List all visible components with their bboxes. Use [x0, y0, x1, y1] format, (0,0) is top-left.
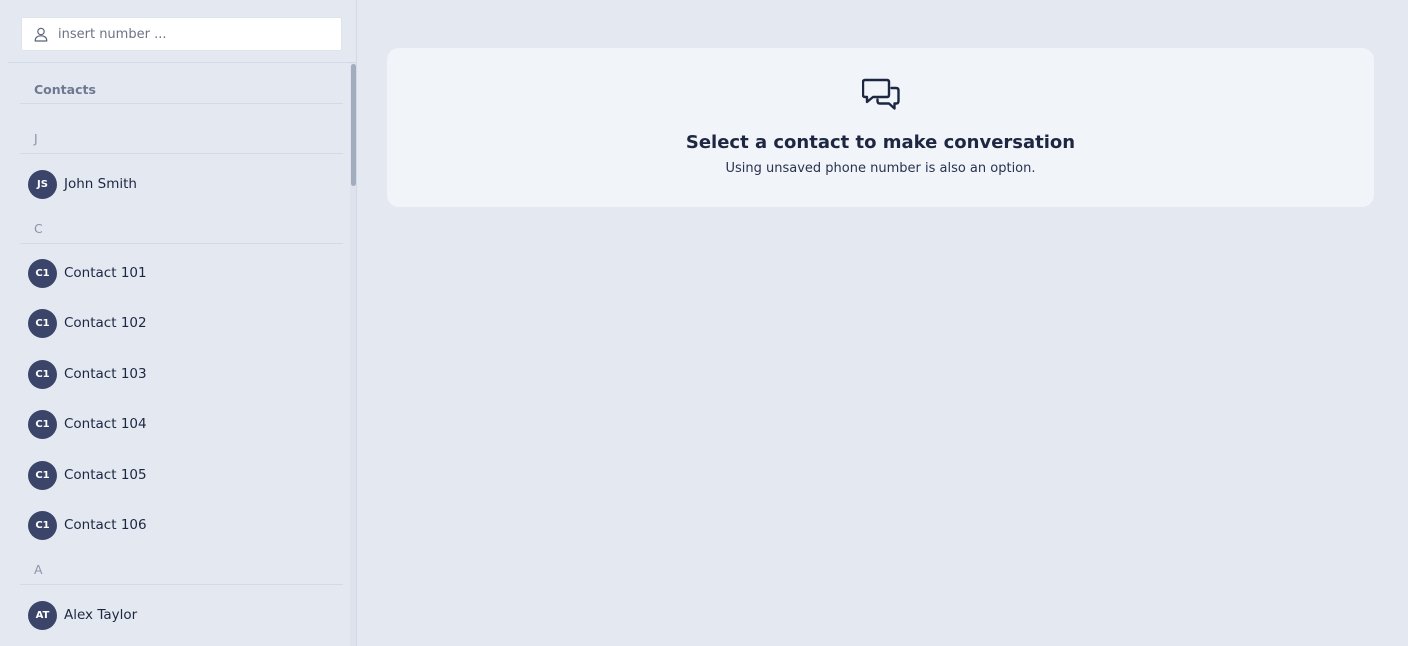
empty-state-card: Select a contact to make conversation Us…	[387, 48, 1374, 207]
group-letter-label: A	[34, 562, 43, 577]
group-letter-label: C	[34, 221, 43, 236]
group-letter-a: A	[20, 555, 343, 585]
contacts-heading-label: Contacts	[34, 82, 96, 97]
avatar: C1	[28, 410, 57, 439]
contact-item[interactable]: C1 Contact 104	[20, 405, 343, 445]
contact-item[interactable]: JS John Smith	[20, 165, 343, 205]
group-letter-label: J	[34, 131, 38, 146]
scrollbar-thumb[interactable]	[351, 64, 356, 186]
user-icon	[34, 27, 48, 42]
contact-name: Contact 101	[64, 265, 147, 281]
avatar: JS	[28, 170, 57, 199]
sidebar: Contacts J JS John Smith C C1 Contact 10…	[0, 0, 357, 646]
avatar: C1	[28, 360, 57, 389]
search-input[interactable]	[58, 26, 308, 42]
contact-item[interactable]: C1 Contact 102	[20, 304, 343, 344]
contact-name: Alex Taylor	[64, 607, 138, 623]
avatar: AT	[28, 601, 57, 630]
avatar: C1	[28, 511, 57, 540]
contact-name: Contact 104	[64, 416, 147, 432]
avatar: C1	[28, 259, 57, 288]
chat-bubbles-icon	[862, 78, 900, 110]
empty-state-subtitle: Using unsaved phone number is also an op…	[725, 161, 1036, 176]
contact-name: John Smith	[64, 176, 137, 192]
contact-name: Contact 102	[64, 315, 147, 331]
contact-item[interactable]: C1 Contact 105	[20, 456, 343, 496]
empty-state-title: Select a contact to make conversation	[685, 132, 1076, 153]
contact-list[interactable]: Contacts J JS John Smith C C1 Contact 10…	[0, 63, 349, 646]
contacts-heading: Contacts	[20, 63, 343, 104]
search-box[interactable]	[21, 17, 342, 51]
avatar: C1	[28, 309, 57, 338]
contact-name: Contact 106	[64, 517, 147, 533]
contact-name: Contact 105	[64, 467, 147, 483]
group-letter-c: C	[20, 214, 343, 244]
avatar: C1	[28, 461, 57, 490]
contact-item[interactable]: AT Alex Taylor	[20, 596, 343, 636]
contact-name: Contact 103	[64, 366, 147, 382]
contact-item[interactable]: C1 Contact 101	[20, 254, 343, 294]
group-letter-j: J	[20, 124, 343, 154]
contact-item[interactable]: C1 Contact 106	[20, 506, 343, 546]
contact-item[interactable]: C1 Contact 103	[20, 355, 343, 395]
